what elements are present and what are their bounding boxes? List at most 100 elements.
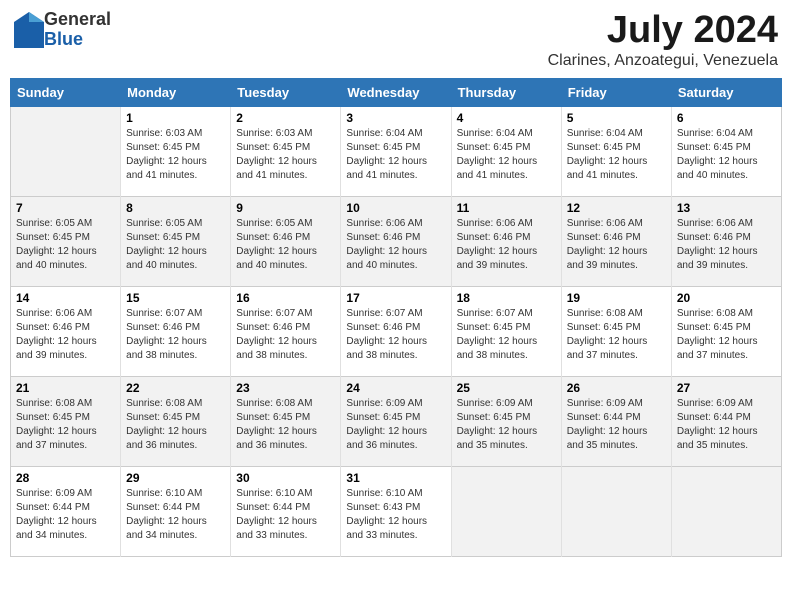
day-number: 2	[236, 111, 335, 125]
day-info: Sunrise: 6:08 AMSunset: 6:45 PMDaylight:…	[236, 397, 335, 453]
week-row-3: 14 Sunrise: 6:06 AMSunset: 6:46 PMDayligh…	[11, 286, 782, 376]
day-info: Sunrise: 6:09 AMSunset: 6:44 PMDaylight:…	[567, 397, 666, 453]
calendar-cell: 24 Sunrise: 6:09 AMSunset: 6:45 PMDayligh…	[341, 376, 451, 466]
logo-blue: Blue	[44, 30, 111, 50]
logo-general: General	[44, 10, 111, 30]
logo-text: General Blue	[44, 10, 111, 50]
day-number: 16	[236, 291, 335, 305]
calendar-cell: 29 Sunrise: 6:10 AMSunset: 6:44 PMDayligh…	[121, 466, 231, 556]
calendar-cell: 17 Sunrise: 6:07 AMSunset: 6:46 PMDayligh…	[341, 286, 451, 376]
day-number: 14	[16, 291, 115, 305]
month-title: July 2024	[548, 10, 778, 52]
calendar-cell: 14 Sunrise: 6:06 AMSunset: 6:46 PMDayligh…	[11, 286, 121, 376]
day-info: Sunrise: 6:03 AMSunset: 6:45 PMDaylight:…	[126, 127, 225, 183]
day-number: 3	[346, 111, 445, 125]
day-number: 31	[346, 471, 445, 485]
day-number: 25	[457, 381, 556, 395]
page-header: General Blue July 2024 Clarines, Anzoate…	[10, 10, 782, 70]
day-number: 1	[126, 111, 225, 125]
day-header-sunday: Sunday	[11, 78, 121, 106]
day-info: Sunrise: 6:07 AMSunset: 6:46 PMDaylight:…	[236, 307, 335, 363]
day-info: Sunrise: 6:08 AMSunset: 6:45 PMDaylight:…	[16, 397, 115, 453]
calendar-cell: 31 Sunrise: 6:10 AMSunset: 6:43 PMDayligh…	[341, 466, 451, 556]
calendar-cell: 22 Sunrise: 6:08 AMSunset: 6:45 PMDayligh…	[121, 376, 231, 466]
day-info: Sunrise: 6:06 AMSunset: 6:46 PMDaylight:…	[346, 217, 445, 273]
day-number: 19	[567, 291, 666, 305]
day-number: 29	[126, 471, 225, 485]
day-number: 27	[677, 381, 776, 395]
day-info: Sunrise: 6:04 AMSunset: 6:45 PMDaylight:…	[567, 127, 666, 183]
week-row-2: 7 Sunrise: 6:05 AMSunset: 6:45 PMDaylight…	[11, 196, 782, 286]
day-info: Sunrise: 6:05 AMSunset: 6:45 PMDaylight:…	[126, 217, 225, 273]
day-info: Sunrise: 6:06 AMSunset: 6:46 PMDaylight:…	[16, 307, 115, 363]
day-number: 22	[126, 381, 225, 395]
day-number: 15	[126, 291, 225, 305]
day-info: Sunrise: 6:04 AMSunset: 6:45 PMDaylight:…	[457, 127, 556, 183]
calendar-cell: 12 Sunrise: 6:06 AMSunset: 6:46 PMDayligh…	[561, 196, 671, 286]
header-row: SundayMondayTuesdayWednesdayThursdayFrid…	[11, 78, 782, 106]
day-info: Sunrise: 6:05 AMSunset: 6:45 PMDaylight:…	[16, 217, 115, 273]
day-number: 12	[567, 201, 666, 215]
day-number: 17	[346, 291, 445, 305]
logo-icon	[14, 12, 44, 48]
day-info: Sunrise: 6:10 AMSunset: 6:43 PMDaylight:…	[346, 487, 445, 543]
day-info: Sunrise: 6:07 AMSunset: 6:46 PMDaylight:…	[346, 307, 445, 363]
calendar-cell: 5Sunrise: 6:04 AMSunset: 6:45 PMDaylight…	[561, 106, 671, 196]
calendar-cell: 15 Sunrise: 6:07 AMSunset: 6:46 PMDayligh…	[121, 286, 231, 376]
week-row-4: 21 Sunrise: 6:08 AMSunset: 6:45 PMDayligh…	[11, 376, 782, 466]
day-info: Sunrise: 6:06 AMSunset: 6:46 PMDaylight:…	[457, 217, 556, 273]
day-info: Sunrise: 6:10 AMSunset: 6:44 PMDaylight:…	[236, 487, 335, 543]
calendar-cell	[561, 466, 671, 556]
day-number: 4	[457, 111, 556, 125]
calendar-cell: 21 Sunrise: 6:08 AMSunset: 6:45 PMDayligh…	[11, 376, 121, 466]
calendar-cell: 18 Sunrise: 6:07 AMSunset: 6:45 PMDayligh…	[451, 286, 561, 376]
day-info: Sunrise: 6:07 AMSunset: 6:46 PMDaylight:…	[126, 307, 225, 363]
day-number: 7	[16, 201, 115, 215]
calendar-cell: 30Sunrise: 6:10 AMSunset: 6:44 PMDayligh…	[231, 466, 341, 556]
day-info: Sunrise: 6:08 AMSunset: 6:45 PMDaylight:…	[126, 397, 225, 453]
day-number: 11	[457, 201, 556, 215]
day-number: 10	[346, 201, 445, 215]
calendar-cell: 20Sunrise: 6:08 AMSunset: 6:45 PMDayligh…	[671, 286, 781, 376]
day-info: Sunrise: 6:09 AMSunset: 6:45 PMDaylight:…	[346, 397, 445, 453]
calendar-cell: 1 Sunrise: 6:03 AMSunset: 6:45 PMDaylight…	[121, 106, 231, 196]
day-header-wednesday: Wednesday	[341, 78, 451, 106]
day-info: Sunrise: 6:04 AMSunset: 6:45 PMDaylight:…	[346, 127, 445, 183]
calendar-cell: 6Sunrise: 6:04 AMSunset: 6:45 PMDaylight…	[671, 106, 781, 196]
day-info: Sunrise: 6:08 AMSunset: 6:45 PMDaylight:…	[567, 307, 666, 363]
day-info: Sunrise: 6:10 AMSunset: 6:44 PMDaylight:…	[126, 487, 225, 543]
logo: General Blue	[14, 10, 111, 50]
day-info: Sunrise: 6:05 AMSunset: 6:46 PMDaylight:…	[236, 217, 335, 273]
day-number: 26	[567, 381, 666, 395]
title-area: July 2024 Clarines, Anzoategui, Venezuel…	[548, 10, 778, 70]
calendar-cell: 25 Sunrise: 6:09 AMSunset: 6:45 PMDayligh…	[451, 376, 561, 466]
day-number: 23	[236, 381, 335, 395]
calendar-cell: 23 Sunrise: 6:08 AMSunset: 6:45 PMDayligh…	[231, 376, 341, 466]
day-number: 8	[126, 201, 225, 215]
day-header-monday: Monday	[121, 78, 231, 106]
calendar-cell	[11, 106, 121, 196]
calendar-cell: 7 Sunrise: 6:05 AMSunset: 6:45 PMDaylight…	[11, 196, 121, 286]
day-info: Sunrise: 6:09 AMSunset: 6:45 PMDaylight:…	[457, 397, 556, 453]
calendar-cell: 11 Sunrise: 6:06 AMSunset: 6:46 PMDayligh…	[451, 196, 561, 286]
day-header-friday: Friday	[561, 78, 671, 106]
calendar-cell: 26 Sunrise: 6:09 AMSunset: 6:44 PMDayligh…	[561, 376, 671, 466]
day-number: 24	[346, 381, 445, 395]
day-number: 18	[457, 291, 556, 305]
calendar-cell: 9Sunrise: 6:05 AMSunset: 6:46 PMDaylight…	[231, 196, 341, 286]
calendar-cell: 8 Sunrise: 6:05 AMSunset: 6:45 PMDaylight…	[121, 196, 231, 286]
day-info: Sunrise: 6:06 AMSunset: 6:46 PMDaylight:…	[677, 217, 776, 273]
day-info: Sunrise: 6:07 AMSunset: 6:45 PMDaylight:…	[457, 307, 556, 363]
calendar-cell: 10 Sunrise: 6:06 AMSunset: 6:46 PMDayligh…	[341, 196, 451, 286]
location-title: Clarines, Anzoategui, Venezuela	[548, 52, 778, 70]
calendar-cell: 27Sunrise: 6:09 AMSunset: 6:44 PMDayligh…	[671, 376, 781, 466]
week-row-1: 1 Sunrise: 6:03 AMSunset: 6:45 PMDaylight…	[11, 106, 782, 196]
day-info: Sunrise: 6:04 AMSunset: 6:45 PMDaylight:…	[677, 127, 776, 183]
day-info: Sunrise: 6:09 AMSunset: 6:44 PMDaylight:…	[16, 487, 115, 543]
day-info: Sunrise: 6:06 AMSunset: 6:46 PMDaylight:…	[567, 217, 666, 273]
week-row-5: 28Sunrise: 6:09 AMSunset: 6:44 PMDayligh…	[11, 466, 782, 556]
day-number: 13	[677, 201, 776, 215]
calendar-cell: 3 Sunrise: 6:04 AMSunset: 6:45 PMDaylight…	[341, 106, 451, 196]
day-number: 21	[16, 381, 115, 395]
day-number: 20	[677, 291, 776, 305]
